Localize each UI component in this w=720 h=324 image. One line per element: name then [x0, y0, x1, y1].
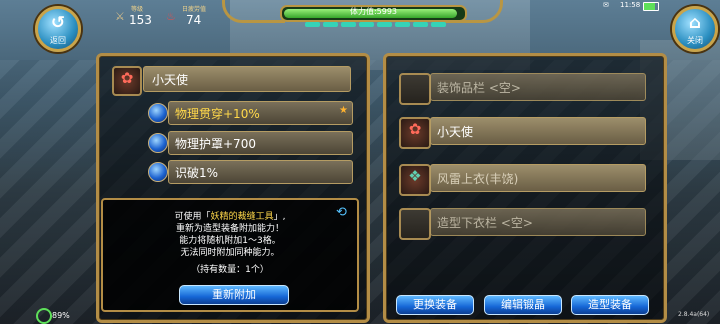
angel-icon: ✿	[120, 69, 134, 87]
info-line-5: （持有数量：1个）	[191, 265, 269, 275]
energy-segment	[323, 22, 338, 27]
back-label: 返回	[50, 36, 66, 45]
item-name: 小天使	[152, 73, 189, 87]
equipment-slot-label: 风雷上衣(丰饶)	[437, 172, 519, 186]
equipment-slot-icon[interactable]	[399, 73, 431, 105]
battery-percent: 89%	[52, 311, 70, 320]
energy-segment	[377, 22, 392, 27]
energy-segments	[305, 22, 446, 27]
version-label: 2.8.4a(64)	[678, 311, 710, 318]
equipment-slot-icon[interactable]: ✿	[399, 117, 431, 149]
equipment-slot-icon[interactable]: ❖	[399, 164, 431, 196]
back-button[interactable]: ↺ 返回	[35, 6, 81, 52]
equipment-slot-row[interactable]: 装饰品栏 <空>	[430, 73, 646, 101]
level-stat: ⚔ 等级 153	[115, 4, 160, 28]
stat-orb-icon	[148, 103, 168, 123]
item-slot[interactable]: ✿	[112, 66, 142, 96]
robe-icon: ❖	[408, 167, 422, 185]
equipment-slot-label: 小天使	[437, 125, 474, 139]
angel-icon: ✿	[408, 120, 422, 138]
stamina-text: 体力值:5993	[349, 7, 398, 16]
star-icon: ★	[339, 105, 348, 116]
reattach-button[interactable]: 重新附加	[179, 285, 289, 305]
equipment-slot-row[interactable]: 小天使	[430, 117, 646, 145]
energy-segment	[413, 22, 428, 27]
energy-segment	[395, 22, 410, 27]
info-line-4: 无法同时附加同种能力。	[180, 248, 280, 258]
stat-orb-icon	[148, 133, 168, 153]
level-icon: ⚔	[115, 10, 125, 23]
energy-segment	[431, 22, 446, 27]
stat-row[interactable]: 识破1%	[168, 160, 353, 184]
refresh-icon[interactable]: ⟲	[336, 205, 347, 220]
energy-segment	[305, 22, 320, 27]
fatigue-stat: ♨ 日疲劳值 74	[166, 4, 216, 28]
energy-segment	[341, 22, 356, 27]
edit-crystal-button[interactable]: 编辑锻晶	[484, 295, 562, 315]
back-arrow-icon: ↺	[50, 13, 66, 33]
fatigue-value: 74	[186, 13, 202, 27]
stat-label: 物理贯穿+10%	[175, 107, 260, 121]
equipment-slot-row[interactable]: 造型下衣栏 <空>	[430, 208, 646, 236]
level-value: 153	[129, 13, 152, 27]
stat-row[interactable]: 物理贯穿+10% ★	[168, 101, 353, 125]
fatigue-caption: 日疲劳值	[182, 6, 207, 13]
battery-status-icon	[36, 308, 52, 324]
energy-segment	[359, 22, 374, 27]
change-equipment-button[interactable]: 更换装备	[396, 295, 474, 315]
hud-ornament-left	[222, 0, 285, 23]
close-label: 关闭	[687, 36, 703, 45]
status-icons: ✉	[603, 1, 609, 9]
stat-label: 物理护罩+700	[175, 137, 256, 151]
battery-icon	[643, 2, 659, 11]
equipment-slot-label: 装饰品栏 <空>	[437, 81, 521, 95]
equipment-slot-row[interactable]: 风雷上衣(丰饶)	[430, 164, 646, 192]
home-icon: ⌂	[688, 13, 702, 33]
clock: 11:58	[620, 1, 641, 9]
equipment-slot-label: 造型下衣栏 <空>	[437, 216, 533, 230]
info-box: 可使用「妖精的裁缝工具」, 重新为造型装备附加能力！ 能力将随机附加1～3格。 …	[101, 198, 359, 312]
style-equipment-button[interactable]: 造型装备	[571, 295, 649, 315]
stamina-bar: 体力值:5993	[280, 5, 467, 22]
close-button[interactable]: ⌂ 关闭	[672, 6, 718, 52]
equipment-slot-icon[interactable]	[399, 208, 431, 240]
stat-row[interactable]: 物理护罩+700	[168, 131, 353, 155]
stat-label: 识破1%	[175, 166, 219, 180]
fatigue-icon: ♨	[166, 10, 176, 23]
item-name-bar: 小天使	[143, 66, 351, 92]
stat-orb-icon	[148, 162, 168, 182]
level-caption: 等级	[131, 6, 144, 13]
